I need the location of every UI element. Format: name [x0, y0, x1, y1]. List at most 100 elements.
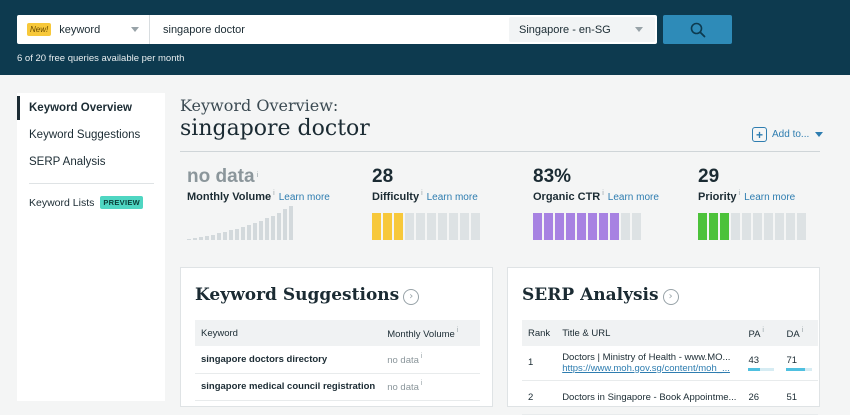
table-row[interactable]: singapore medical council registration n… [195, 373, 480, 401]
metric-value: no data [187, 166, 255, 187]
learn-more-link[interactable]: Learn more [279, 192, 330, 203]
volume-bar [223, 232, 227, 240]
volume-bar [271, 216, 275, 240]
volume-bar [253, 223, 257, 240]
metric-difficulty: 28 Difficulty i Learn more [372, 166, 522, 203]
sidebar-item-keyword-lists[interactable]: Keyword Lists PREVIEW [29, 196, 144, 209]
result-url[interactable]: https://www.moh.gov.sg/content/moh_... [562, 363, 736, 374]
pa-cell: 26 [742, 380, 781, 415]
volume-bar [265, 218, 269, 240]
info-icon: i [420, 352, 423, 360]
chevron-down-icon [635, 27, 643, 32]
column-header-monthly-volume: Monthly Volume i [381, 320, 480, 346]
table-row[interactable]: 1 Doctors | Ministry of Health - www.MO.… [522, 346, 819, 381]
sidebar-item-keyword-overview[interactable]: Keyword Overview [29, 102, 132, 114]
query-type-select[interactable]: New! keyword [17, 15, 150, 44]
keyword-heading: singapore doctor [180, 116, 370, 141]
serp-table: Rank Title & URL PA i DA i 1 Doctors | Min… [522, 320, 819, 415]
info-icon: i [421, 190, 423, 197]
volume-trend-bars [187, 205, 293, 240]
column-header-da: DA i [780, 320, 819, 346]
table-row[interactable]: singapore doctors directory no data i [195, 346, 480, 374]
metric-label: Organic CTR [533, 191, 601, 203]
bar-segment-filled [555, 213, 564, 240]
bar-segment-filled [383, 213, 392, 240]
sidebar-item-label: Keyword Lists [29, 197, 95, 209]
volume-bar [205, 236, 209, 240]
bar-segment-empty [764, 213, 773, 240]
table-header-row: Rank Title & URL PA i DA i [522, 320, 819, 346]
pa-value: 43 [748, 354, 760, 366]
bar-segment-empty [786, 213, 795, 240]
keyword-cell: singapore medical council registration [195, 373, 382, 401]
result-title: Doctors | Ministry of Health - www.MO... [562, 351, 731, 363]
add-to-list-button[interactable]: + Add to... [752, 127, 824, 142]
title-url-cell: Doctors in Singapore - Book Appointme... [556, 380, 743, 415]
volume-bar [193, 238, 197, 240]
serp-analysis-card: SERP Analysis › Rank Title & URL PA i DA i … [507, 267, 820, 415]
keyword-cell: singapore doctors directory [195, 346, 382, 374]
learn-more-link[interactable]: Learn more [427, 192, 478, 203]
search-input[interactable] [163, 15, 513, 44]
info-icon: i [762, 326, 764, 334]
bar-segment-filled [372, 213, 381, 240]
sidebar-item-keyword-suggestions[interactable]: Keyword Suggestions [29, 129, 140, 141]
volume-cell: no data i [381, 346, 480, 374]
info-icon: i [420, 380, 423, 387]
volume-bar [289, 206, 293, 240]
query-type-label: keyword [59, 23, 101, 36]
rank-cell: 1 [522, 346, 557, 381]
chevron-down-icon [131, 27, 139, 32]
column-label: Monthly Volume [387, 328, 455, 340]
bar-segment-empty [742, 213, 751, 240]
bar-segment-empty [797, 213, 806, 240]
bar-segment-filled [566, 213, 575, 240]
difficulty-bar [372, 213, 480, 240]
bar-segment-empty [471, 213, 480, 240]
metric-label: Priority [698, 191, 737, 203]
bar-segment-filled [709, 213, 718, 240]
arrow-right-icon[interactable]: › [662, 289, 679, 305]
locale-select[interactable]: Singapore - en-SG [509, 17, 655, 42]
da-bar-fill [786, 367, 805, 371]
info-icon: i [273, 190, 275, 197]
search-button[interactable] [663, 15, 732, 44]
bar-segment-filled [577, 213, 586, 240]
info-icon: i [602, 190, 604, 197]
info-icon: i [256, 172, 259, 179]
info-icon: i [456, 326, 459, 334]
rank-cell: 2 [522, 380, 557, 415]
volume-bar [217, 233, 221, 240]
table-row[interactable]: 2 Doctors in Singapore - Book Appointme.… [522, 380, 819, 415]
bar-segment-empty [438, 213, 447, 240]
column-header-rank: Rank [522, 320, 557, 346]
bar-segment-filled [394, 213, 403, 240]
metric-value: 29 [698, 166, 720, 187]
info-icon: i [801, 326, 804, 334]
volume-bar [211, 235, 215, 240]
da-value: 71 [786, 354, 798, 366]
volume-bar [283, 209, 287, 240]
sidebar-divider [29, 183, 154, 184]
learn-more-link[interactable]: Learn more [744, 192, 795, 203]
bar-segment-empty [405, 213, 414, 240]
volume-bar [199, 237, 203, 240]
volume-bar [235, 229, 239, 240]
table-header-row: Keyword Monthly Volume i [195, 320, 480, 346]
add-to-label: Add to... [772, 129, 810, 140]
bar-segment-empty [449, 213, 458, 240]
priority-bar [698, 213, 806, 240]
learn-more-link[interactable]: Learn more [608, 192, 659, 203]
column-label: PA [748, 328, 761, 340]
volume-bar [187, 239, 191, 240]
arrow-right-icon[interactable]: › [403, 289, 420, 305]
sidebar-item-serp-analysis[interactable]: SERP Analysis [29, 156, 106, 168]
top-search-bar: New! keyword Singapore - en-SG 6 of 20 f… [0, 0, 850, 75]
search-icon [690, 22, 705, 37]
bar-segment-filled [610, 213, 619, 240]
card-title: Keyword Suggestions [195, 285, 400, 305]
pa-cell: 43 [742, 346, 781, 381]
column-header-pa: PA i [742, 320, 781, 346]
pa-bar [748, 367, 775, 371]
active-indicator [17, 96, 20, 120]
